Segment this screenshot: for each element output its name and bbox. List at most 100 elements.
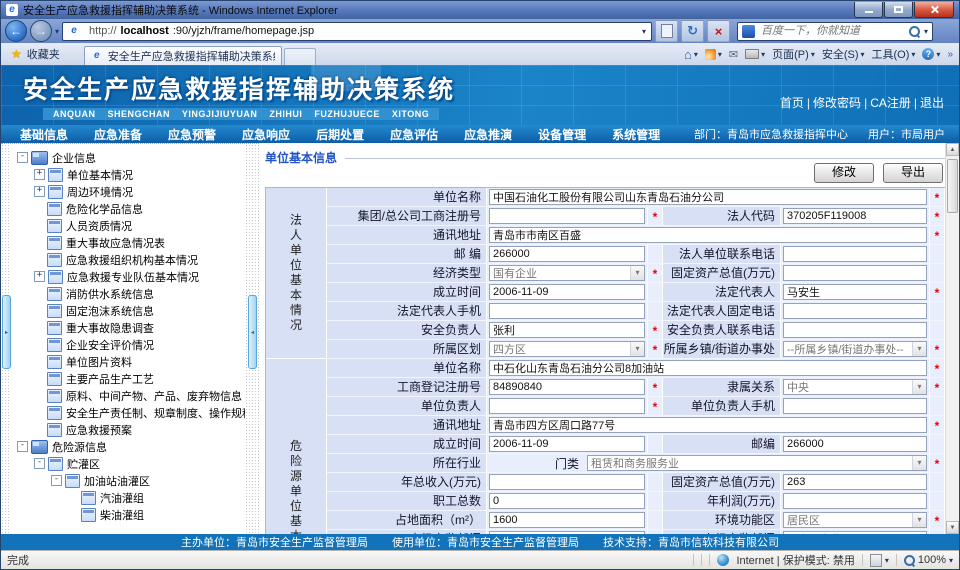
tree-item-label[interactable]: 原料、中间产物、产品、废弃物信息 <box>66 388 242 404</box>
form-input[interactable] <box>489 474 645 490</box>
collapse-icon[interactable]: - <box>51 475 62 486</box>
tree-item-label[interactable]: 应急救援预案 <box>66 422 132 438</box>
form-input[interactable] <box>489 417 927 433</box>
tree-item-label[interactable]: 汽油灌组 <box>100 490 144 506</box>
form-input[interactable] <box>783 531 927 534</box>
tree-item-label[interactable]: 安全生产责任制、规章制度、操作规程信息 <box>66 405 245 421</box>
page-menu-button[interactable]: 页面(P)▾ <box>772 46 815 62</box>
mail-button[interactable]: ✉ <box>729 48 738 61</box>
header-link[interactable]: CA注册 <box>868 94 913 111</box>
expand-icon[interactable]: + <box>34 186 45 197</box>
form-input[interactable] <box>489 398 645 414</box>
tree-item[interactable]: 安全生产责任制、规章制度、操作规程信息 <box>11 404 245 421</box>
tree-item-label[interactable]: 周边环境情况 <box>67 184 133 200</box>
url-dropdown-icon[interactable]: ▾ <box>642 27 646 36</box>
form-select[interactable]: 中央▾ <box>783 379 927 395</box>
menu-item[interactable]: 后期处置 <box>303 126 377 143</box>
tree-item-label[interactable]: 企业信息 <box>52 150 96 166</box>
protected-mode-button[interactable]: ▾ <box>870 554 889 567</box>
tree-item[interactable]: 企业安全评价情况 <box>11 336 245 353</box>
tree-item[interactable]: 应急救援组织机构基本情况 <box>11 251 245 268</box>
forward-button[interactable]: → <box>30 20 52 42</box>
form-input[interactable] <box>489 227 927 243</box>
search-dropdown-icon[interactable]: ▾ <box>924 27 928 36</box>
tree-item[interactable]: +单位基本情况 <box>11 166 245 183</box>
feeds-button[interactable]: ▾ <box>705 49 722 60</box>
tree-item-label[interactable]: 消防供水系统信息 <box>66 286 154 302</box>
form-input[interactable] <box>783 284 927 300</box>
menu-item[interactable]: 应急推演 <box>451 126 525 143</box>
form-input[interactable] <box>489 512 645 528</box>
header-link[interactable]: 退出 <box>918 94 946 111</box>
form-input[interactable] <box>783 493 927 509</box>
tree-item-label[interactable]: 固定泡沫系统信息 <box>66 303 154 319</box>
splitter-collapse-handle-right[interactable]: ◂ <box>248 295 257 369</box>
menu-item[interactable]: 基础信息 <box>7 126 81 143</box>
form-input[interactable] <box>489 303 645 319</box>
form-select[interactable]: 四方区▾ <box>489 341 645 357</box>
tree-item[interactable]: 重大事故应急情况表 <box>11 234 245 251</box>
compatibility-view-button[interactable] <box>655 20 678 42</box>
chevron-down-icon[interactable]: ▾ <box>630 342 644 356</box>
chevron-down-icon[interactable]: ▾ <box>630 266 644 280</box>
help-button[interactable]: ?▾ <box>922 48 940 60</box>
zoom-control[interactable]: 100% ▾ <box>904 554 953 566</box>
new-tab-button[interactable] <box>284 48 316 65</box>
tree-item[interactable]: + 周边环境情况 <box>11 183 245 200</box>
tree-item[interactable]: 主要产品生产工艺 <box>11 370 245 387</box>
expand-icon[interactable]: + <box>34 169 45 180</box>
tree-item-label[interactable]: 柴油灌组 <box>100 507 144 523</box>
print-button[interactable]: ▾ <box>745 49 765 59</box>
form-input[interactable] <box>783 474 927 490</box>
form-input[interactable] <box>489 531 645 534</box>
form-input[interactable] <box>489 436 645 452</box>
collapse-icon[interactable]: - <box>17 441 28 452</box>
tree-item-label[interactable]: 危险化学品信息 <box>66 201 143 217</box>
form-input[interactable] <box>783 208 927 224</box>
form-input[interactable] <box>489 208 645 224</box>
header-link[interactable]: 首页 <box>778 94 806 111</box>
scroll-up-button[interactable]: ▲ <box>946 143 959 156</box>
collapse-icon[interactable]: - <box>17 152 28 163</box>
maximize-button[interactable] <box>884 2 913 18</box>
form-select[interactable]: 居民区▾ <box>783 512 927 528</box>
form-input[interactable] <box>783 322 927 338</box>
tree-item[interactable]: 消防供水系统信息 <box>11 285 245 302</box>
tree-item[interactable]: - 企业信息 <box>11 149 245 166</box>
form-input[interactable] <box>489 360 927 376</box>
back-button[interactable]: ← <box>5 20 27 42</box>
overflow-chevron-icon[interactable]: » <box>947 49 953 60</box>
tree-item[interactable]: 重大事故隐患调查 <box>11 319 245 336</box>
form-input[interactable] <box>489 493 645 509</box>
form-input[interactable] <box>783 303 927 319</box>
form-select[interactable]: 租赁和商务服务业▾ <box>587 455 927 471</box>
history-dropdown-icon[interactable]: ▾ <box>55 27 59 36</box>
tree-item-label[interactable]: 企业安全评价情况 <box>66 337 154 353</box>
tree-item[interactable]: - 危险源信息 <box>11 438 245 455</box>
tree-item-label[interactable]: 贮灌区 <box>67 456 100 472</box>
menu-item[interactable]: 系统管理 <box>599 126 673 143</box>
menu-item[interactable]: 应急响应 <box>229 126 303 143</box>
menu-item[interactable]: 设备管理 <box>525 126 599 143</box>
url-field[interactable]: e http://localhost:90/yjzh/frame/homepag… <box>62 22 652 41</box>
scroll-down-button[interactable]: ▼ <box>946 521 959 534</box>
export-button[interactable]: 导出 <box>883 163 943 183</box>
tree-item-label[interactable]: 重大事故应急情况表 <box>66 235 165 251</box>
tree-item[interactable]: +应急救援专业队伍基本情况 <box>11 268 245 285</box>
tree-item-label[interactable]: 单位图片资料 <box>66 354 132 370</box>
stop-button[interactable]: × <box>707 20 730 42</box>
tree-item[interactable]: -贮灌区 <box>11 455 245 472</box>
chevron-down-icon[interactable]: ▾ <box>912 513 926 527</box>
tree-item-label[interactable]: 人员资质情况 <box>66 218 132 234</box>
tree-item[interactable]: 应急救援预案 <box>11 421 245 438</box>
tree-item[interactable]: 汽油灌组 <box>11 489 245 506</box>
tree-item-label[interactable]: 危险源信息 <box>52 439 107 455</box>
home-button[interactable]: ⌂▾ <box>684 47 698 62</box>
form-input[interactable] <box>783 436 927 452</box>
modify-button[interactable]: 修改 <box>814 163 874 183</box>
browser-tab[interactable]: e 安全生产应急救援指挥辅助决策系统 <box>84 46 282 65</box>
menu-item[interactable]: 应急预警 <box>155 126 229 143</box>
tree-item-label[interactable]: 重大事故隐患调查 <box>66 320 154 336</box>
tree-item[interactable]: 人员资质情况 <box>11 217 245 234</box>
form-input[interactable] <box>489 246 645 262</box>
